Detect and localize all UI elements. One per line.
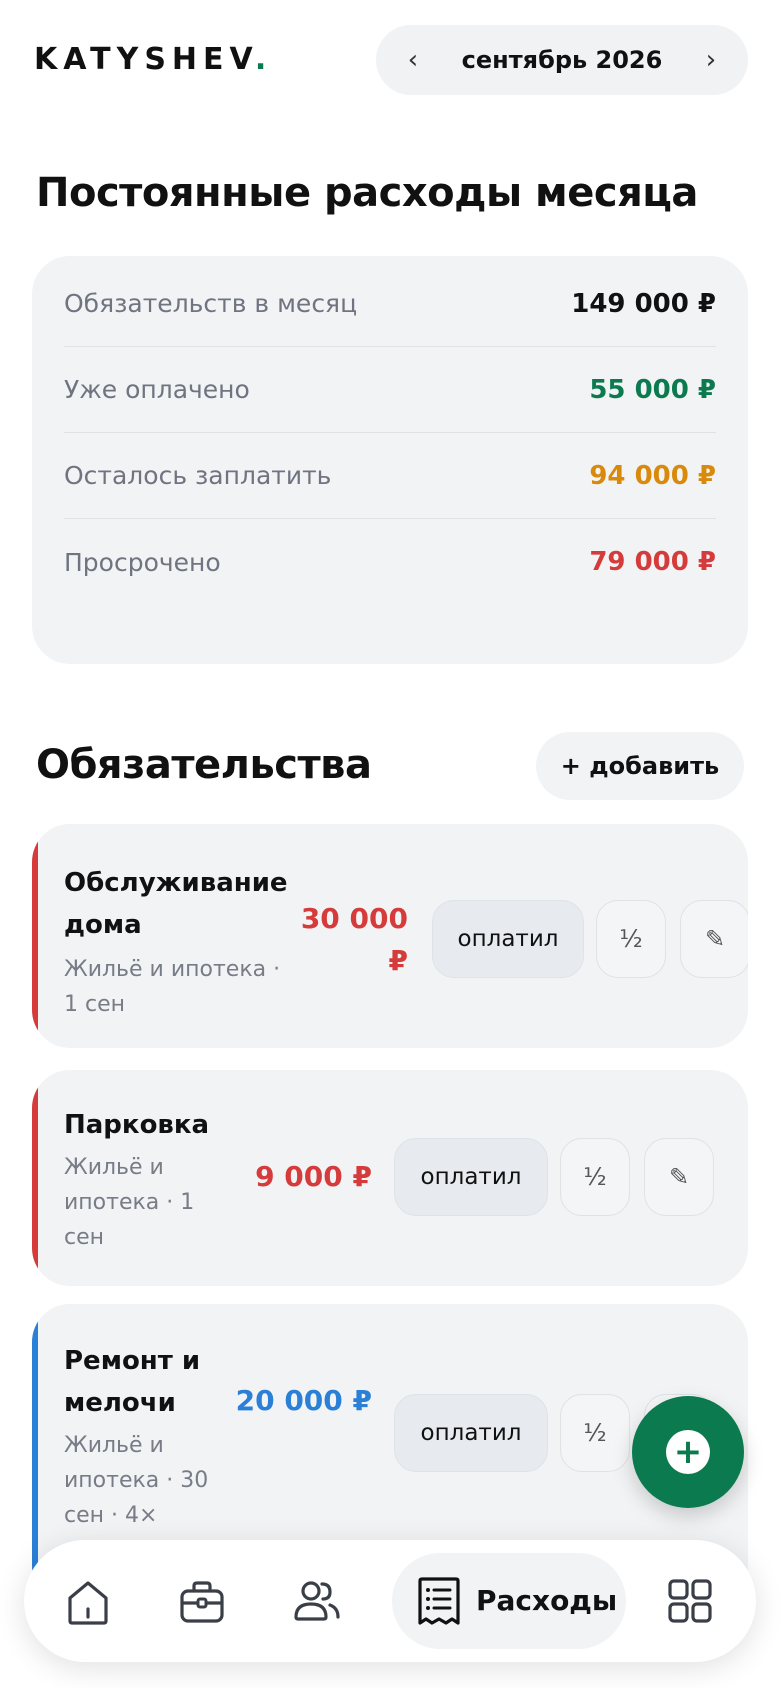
obligation-title-line: Ремонт и xyxy=(64,1346,201,1376)
obligation-title-line: дома xyxy=(64,910,142,940)
obligation-card[interactable]: Обслуживание дома Жильё и ипотека · 1 се… xyxy=(32,824,748,1048)
obligation-amount: 9 000 ₽ xyxy=(255,1156,372,1198)
home-icon xyxy=(68,1581,108,1625)
receipt-icon xyxy=(418,1577,460,1625)
half-paid-button[interactable]: ½ xyxy=(596,900,666,978)
summary-card: Обязательств в месяц 149 000 ₽ Уже оплач… xyxy=(32,256,748,664)
nav-expenses[interactable]: Расходы xyxy=(392,1553,626,1649)
summary-label: Осталось заплатить xyxy=(64,461,332,490)
half-paid-button[interactable]: ½ xyxy=(560,1394,630,1472)
summary-row-paid: Уже оплачено 55 000 ₽ xyxy=(64,347,716,433)
obligation-meta-line: сен · 4× xyxy=(64,1503,158,1528)
app-header: KATYSHEV. ‹ сентябрь 2026 › xyxy=(0,0,780,120)
summary-value: 79 000 ₽ xyxy=(589,547,716,577)
prev-month-icon[interactable]: ‹ xyxy=(398,45,428,75)
logo-text: KATYSHEV xyxy=(34,42,255,77)
nav-people[interactable] xyxy=(286,1571,346,1631)
obligation-meta-line: Жильё и ипотека · xyxy=(64,957,281,982)
obligation-amount: 30 000 ₽ xyxy=(301,898,408,982)
obligation-title-line: мелочи xyxy=(64,1388,176,1418)
status-stripe xyxy=(32,1070,38,1286)
summary-row-overdue: Просрочено 79 000 ₽ xyxy=(64,519,716,605)
summary-label: Просрочено xyxy=(64,547,221,577)
obligation-meta: Жильё и ипотека · 1 сен xyxy=(64,952,280,1022)
mark-paid-button[interactable]: оплатил xyxy=(394,1138,548,1216)
obligation-meta-line: ипотека · 1 xyxy=(64,1190,195,1215)
summary-value: 94 000 ₽ xyxy=(589,460,716,491)
obligations-title: Обязательства xyxy=(36,742,372,788)
summary-row-total: Обязательств в месяц 149 000 ₽ xyxy=(64,261,716,347)
mark-paid-button[interactable]: оплатил xyxy=(394,1394,548,1472)
summary-value: 149 000 ₽ xyxy=(571,288,716,319)
obligation-meta-line: Жильё и xyxy=(64,1433,164,1458)
nav-home[interactable] xyxy=(58,1571,118,1631)
bottom-nav: Расходы xyxy=(24,1540,756,1662)
obligation-meta: Жильё и ипотека · 30 сен · 4× xyxy=(64,1428,208,1533)
obligation-meta-line: сен xyxy=(64,1225,105,1250)
obligation-amount-line: 20 000 ₽ xyxy=(235,1384,372,1417)
nav-expenses-label: Расходы xyxy=(476,1584,618,1617)
obligation-meta: Жильё и ипотека · 1 сен xyxy=(64,1150,194,1255)
edit-icon[interactable]: ✎ xyxy=(680,900,748,978)
mark-paid-button[interactable]: оплатил xyxy=(432,900,584,978)
status-stripe xyxy=(32,1304,38,1604)
obligation-amount-line: 30 000 xyxy=(300,902,408,935)
obligation-title: Ремонт и мелочи xyxy=(64,1340,200,1424)
summary-label: Обязательств в месяц xyxy=(64,289,358,318)
obligation-title: Парковка xyxy=(64,1104,209,1146)
summary-label: Уже оплачено xyxy=(64,375,250,404)
status-stripe xyxy=(32,824,38,1048)
obligation-meta-line: ипотека · 30 xyxy=(64,1468,209,1493)
obligation-amount-line: 9 000 ₽ xyxy=(255,1160,372,1193)
half-paid-button[interactable]: ½ xyxy=(560,1138,630,1216)
obligation-title-line: Обслуживание xyxy=(64,868,288,898)
nav-more[interactable] xyxy=(660,1571,720,1631)
obligation-title: Обслуживание дома xyxy=(64,862,288,946)
grid-icon xyxy=(668,1579,712,1623)
plus-icon: + xyxy=(666,1430,710,1474)
add-fab-button[interactable]: + xyxy=(632,1396,744,1508)
obligation-title-line: Парковка xyxy=(64,1110,210,1140)
add-obligation-button[interactable]: + добавить xyxy=(536,732,744,800)
next-month-icon[interactable]: › xyxy=(696,45,726,75)
edit-icon[interactable]: ✎ xyxy=(644,1138,714,1216)
obligation-amount-line: ₽ xyxy=(388,944,408,977)
current-month[interactable]: сентябрь 2026 xyxy=(436,45,688,75)
logo[interactable]: KATYSHEV. xyxy=(34,42,272,77)
month-switcher: ‹ сентябрь 2026 › xyxy=(376,25,748,95)
summary-row-remaining: Осталось заплатить 94 000 ₽ xyxy=(64,433,716,519)
obligation-meta-line: Жильё и xyxy=(64,1155,164,1180)
nav-work[interactable] xyxy=(172,1571,232,1631)
summary-value: 55 000 ₽ xyxy=(589,374,716,405)
page-title: Постоянные расходы месяца xyxy=(36,170,698,216)
logo-dot: . xyxy=(254,42,273,77)
obligation-amount: 20 000 ₽ xyxy=(236,1380,372,1422)
people-icon xyxy=(294,1581,340,1621)
obligation-meta-line: 1 сен xyxy=(64,992,126,1017)
obligation-card[interactable]: Парковка Жильё и ипотека · 1 сен 9 000 ₽… xyxy=(32,1070,748,1286)
briefcase-icon xyxy=(180,1581,224,1623)
